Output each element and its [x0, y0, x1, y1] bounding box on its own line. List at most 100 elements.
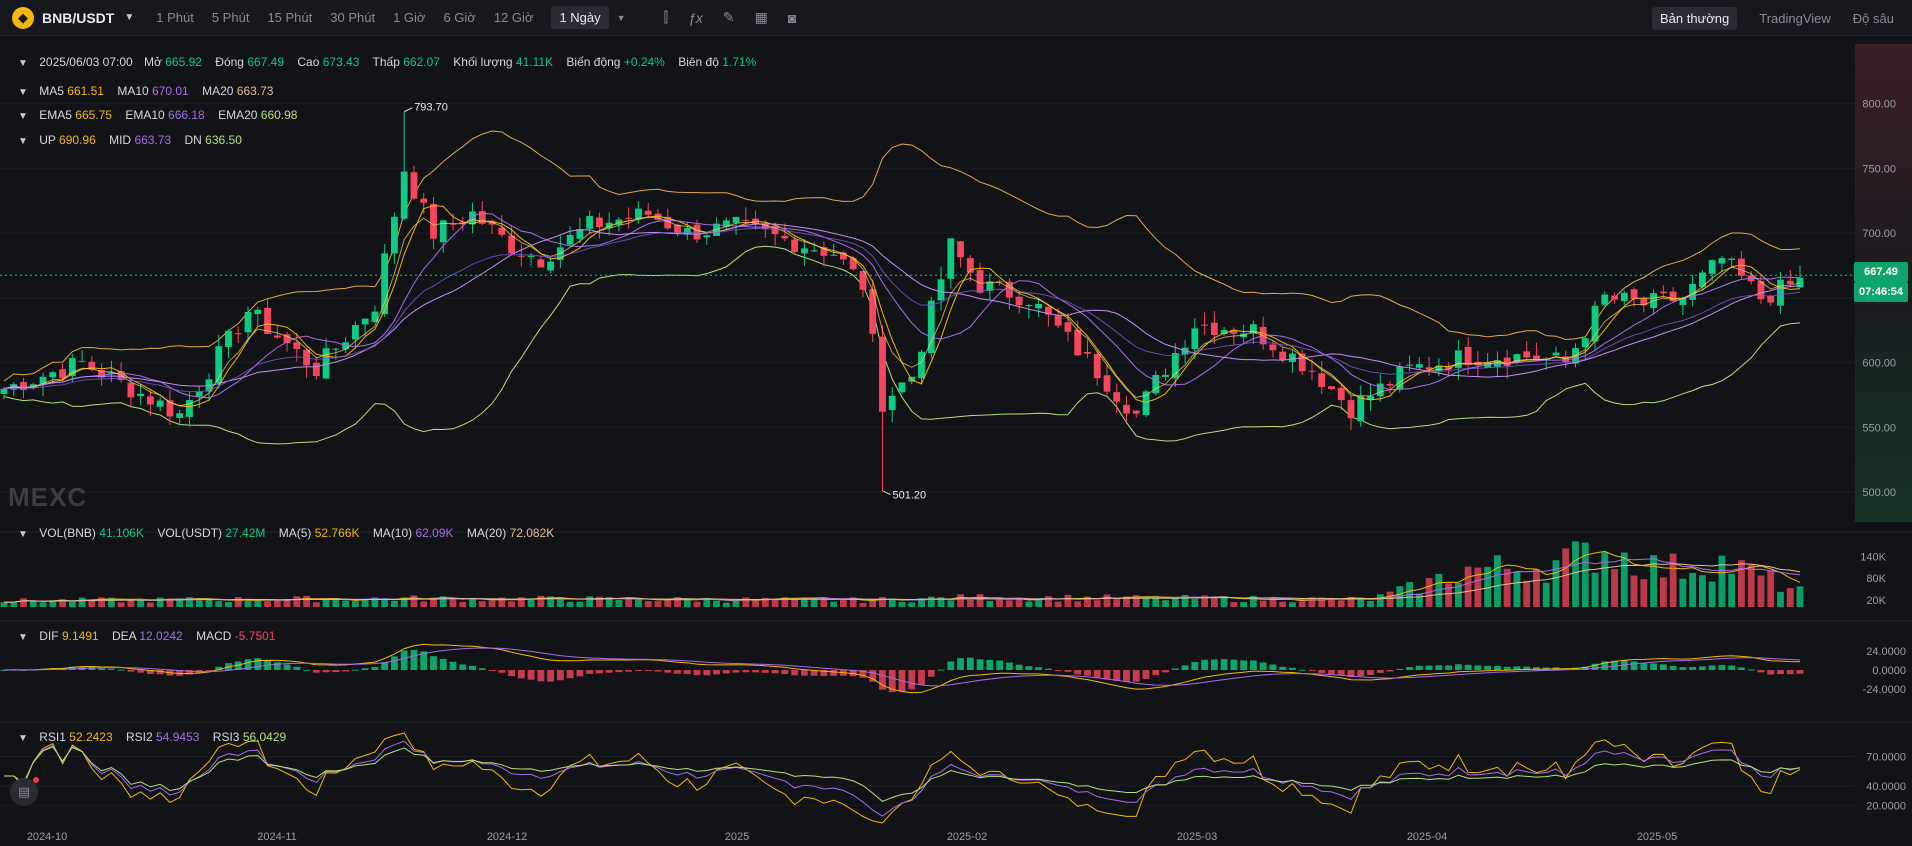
volume-bar	[1445, 583, 1453, 607]
volume-bar	[1113, 599, 1121, 607]
rsi3-label: RSI3	[212, 730, 240, 744]
timeframe-1d[interactable]: 1 Ngày	[551, 6, 609, 29]
macd-histogram-bar	[537, 670, 545, 682]
macd-histogram-bar	[303, 669, 311, 671]
candle-body	[1210, 322, 1218, 335]
time-axis-label: 2025-05	[1637, 831, 1677, 843]
view-standard[interactable]: Bản thường	[1651, 6, 1738, 30]
timeframe-6h[interactable]: 6 Giờ	[443, 10, 475, 25]
view-tradingview[interactable]: TradingView	[1759, 11, 1831, 26]
timeframe-12h[interactable]: 12 Giờ	[494, 10, 534, 25]
volume-bar	[957, 594, 964, 607]
candle-body	[537, 259, 545, 268]
symbol-dropdown-icon[interactable]: ▼	[124, 12, 134, 23]
candle-body	[703, 235, 711, 238]
volume-bar	[898, 602, 906, 607]
volume-bar	[1337, 600, 1345, 607]
macd-histogram-bar	[1708, 665, 1716, 670]
macd-histogram-bar	[635, 670, 642, 671]
candle-body	[1054, 315, 1062, 326]
macd-dea-label: DEA	[111, 629, 136, 643]
macd-histogram-bar	[137, 670, 145, 673]
candle-body	[1620, 292, 1628, 302]
volume-bar	[1747, 564, 1755, 607]
macd-histogram-bar	[1659, 664, 1667, 670]
vol-ma20-label: MA(20)	[466, 526, 507, 540]
macd-histogram-bar	[410, 649, 418, 670]
candle-body	[810, 250, 818, 252]
price-axis-label: 550.00	[1862, 422, 1896, 434]
candle-body	[1201, 324, 1209, 326]
ohlc-close-label: Đóng	[215, 55, 244, 69]
macd-histogram-bar	[273, 662, 281, 670]
high-marker-line	[403, 107, 413, 113]
timeframe-1m[interactable]: 1 Phút	[156, 10, 194, 25]
candle-body	[410, 172, 418, 199]
rsi3-line	[4, 746, 1801, 802]
volume-bar	[1064, 594, 1072, 607]
symbol-title[interactable]: BNB/USDT	[42, 10, 114, 26]
candle-body	[1084, 352, 1091, 354]
volume-bar	[1474, 567, 1482, 607]
macd-histogram-bar	[400, 650, 408, 670]
macd-histogram-bar	[566, 670, 574, 679]
volume-bar	[859, 602, 867, 607]
ma-legend: ▼ MA5 661.51 MA10 670.01 MA20 663.73	[18, 84, 283, 98]
macd-histogram-bar	[1650, 663, 1658, 670]
macd-histogram-bar	[937, 669, 945, 671]
volume-bar	[1796, 586, 1804, 607]
chevron-down-icon[interactable]: ▼	[18, 136, 28, 147]
chevron-down-icon[interactable]: ▼	[18, 632, 28, 643]
timeframe-15m[interactable]: 15 Phút	[267, 10, 312, 25]
volume-bar	[342, 600, 350, 607]
volume-bar	[1581, 542, 1589, 607]
volume-bar	[478, 601, 486, 607]
price-chart[interactable]: 800.00750.00700.00650.00600.00550.00500.…	[0, 36, 1912, 846]
ohlc-low-value: 662.07	[403, 55, 440, 69]
volume-bar	[947, 600, 955, 607]
macd-histogram-bar	[791, 670, 799, 676]
chevron-down-icon[interactable]: ▼	[18, 733, 28, 744]
chevron-down-icon[interactable]: ▼	[18, 87, 28, 98]
ema20-value: 660.98	[260, 108, 298, 122]
candle-type-icon[interactable]: ⫿	[664, 9, 668, 26]
macd-dea-value: 12.0242	[139, 629, 183, 643]
layout-grid-icon[interactable]: ▦	[755, 9, 768, 26]
macd-histogram-bar	[430, 656, 437, 670]
volume-bar	[1210, 598, 1218, 607]
macd-histogram-bar	[1191, 661, 1199, 670]
volume-bar	[1689, 572, 1697, 607]
camera-icon[interactable]: ◙	[788, 10, 796, 26]
macd-histogram-bar	[1318, 670, 1326, 673]
candle-body	[927, 300, 935, 354]
volume-bar	[410, 595, 418, 607]
macd-histogram-bar	[1640, 662, 1648, 670]
timeframe-more-icon[interactable]: ▼	[617, 13, 626, 23]
macd-histogram-bar	[1210, 659, 1218, 670]
timeframe-5m[interactable]: 5 Phút	[212, 10, 250, 25]
volume-bar	[459, 601, 467, 607]
chevron-down-icon[interactable]: ▼	[18, 529, 28, 540]
macd-hist-label: MACD	[196, 629, 232, 643]
chevron-down-icon[interactable]: ▼	[18, 111, 28, 122]
chevron-down-icon[interactable]: ▼	[18, 58, 28, 69]
boll-legend: ▼ UP 690.96 MID 663.73 DN 636.50	[18, 133, 252, 147]
indicator-fx-icon[interactable]: ƒx	[688, 10, 703, 26]
vol-ma20-line	[3, 563, 1801, 603]
volume-bar	[1289, 602, 1296, 607]
vol-usdt-label: VOL(USDT)	[157, 526, 223, 540]
view-depth[interactable]: Độ sâu	[1853, 11, 1894, 26]
macd-histogram-bar	[1396, 668, 1404, 670]
draw-pencil-icon[interactable]: ✎	[723, 9, 735, 26]
macd-histogram-bar	[205, 670, 213, 671]
volume-bar	[1259, 600, 1267, 607]
timeframe-30m[interactable]: 30 Phút	[330, 10, 375, 25]
volume-bar	[1415, 593, 1423, 607]
rsi2-label: RSI2	[126, 730, 153, 744]
macd-histogram-bar	[107, 668, 115, 670]
volume-bar	[1171, 597, 1179, 607]
candle-body	[225, 330, 232, 348]
macd-histogram-bar	[713, 670, 720, 675]
macd-histogram-bar	[322, 670, 330, 673]
timeframe-1h[interactable]: 1 Giờ	[393, 10, 425, 25]
